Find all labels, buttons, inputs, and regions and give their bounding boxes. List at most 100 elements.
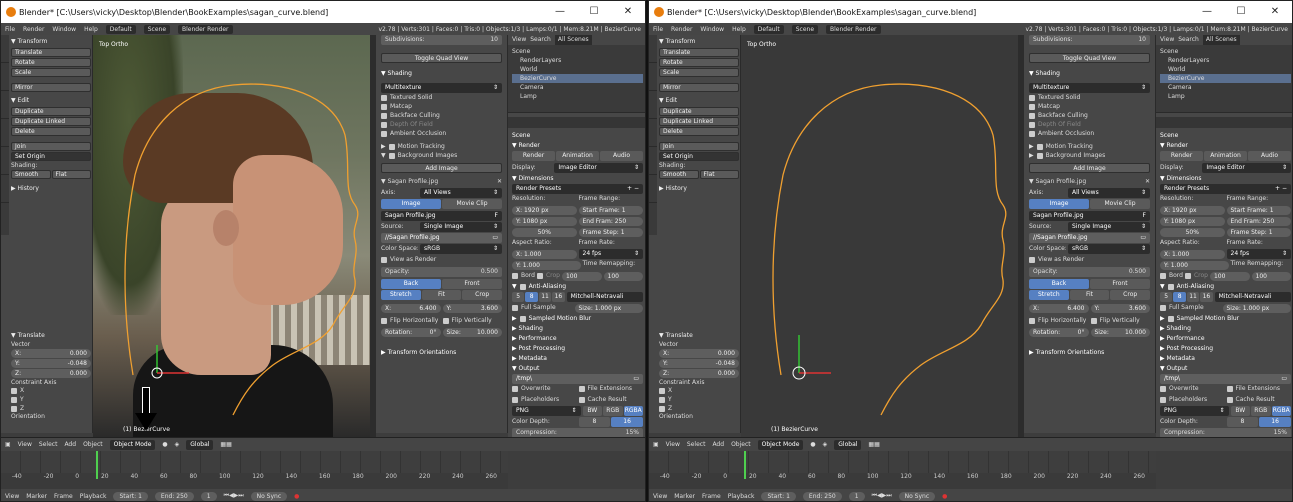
layers-icon[interactable]: ▦▦ [220,441,231,448]
overwrite-checkbox[interactable]: Overwrite [1160,385,1225,394]
back-button[interactable]: Back [381,279,441,289]
rgba-button[interactable]: RGBA [1271,406,1291,416]
outliner-item-lamp[interactable]: Lamp [512,92,643,101]
frame-rate-select[interactable]: 24 fps ⇕ [578,249,643,259]
depth-of-field-checkbox[interactable]: Depth Of Field [1029,120,1150,129]
vector-x-field[interactable]: X: 0.000 [11,349,91,358]
timeline-view-menu[interactable]: View [5,493,19,500]
timeline-view-menu[interactable]: View [653,493,667,500]
flip-horizontally-checkbox[interactable]: Flip Horizontally [381,317,441,326]
aa-filter-select[interactable]: Mitchell-Netravali [1214,292,1291,302]
frame-menu[interactable]: Frame [702,493,721,500]
remap-old-field[interactable]: 100 [1209,271,1250,281]
remap-new-field[interactable]: 100 [1251,271,1292,281]
resolution-percent-slider[interactable]: 50% [512,228,577,237]
flat-button[interactable]: Flat [51,170,91,179]
tool-tabs[interactable] [649,35,657,235]
outliner[interactable]: View Search All Scenes Scene RenderLayers … [508,35,645,113]
frame-rate-select[interactable]: 24 fps ⇕ [1226,249,1291,259]
menu-help[interactable]: Help [732,26,746,33]
vector-y-field[interactable]: Y: -0.048 [11,359,91,368]
outliner-view-menu[interactable]: View [1160,35,1174,45]
aspect-y-field[interactable]: Y: 1.000 [1160,261,1229,270]
front-button[interactable]: Front [442,279,502,289]
image-tab[interactable]: Image [1029,199,1089,209]
border-checkbox[interactable]: Bord [1160,272,1183,281]
3d-viewport-curve[interactable]: Top Ortho (1) BezierCurve [741,35,1018,437]
shading-mode-select[interactable]: Multitexture ⇕ [381,83,502,93]
start-frame-field[interactable]: Start Frame: 1 [1226,206,1291,215]
end-frame-field[interactable]: End: 250 [802,491,842,501]
vector-z-field[interactable]: Z: 0.000 [11,369,91,378]
layout-selector[interactable]: Default [753,24,784,34]
translate-button[interactable]: Translate [659,48,739,57]
output-panel-header[interactable]: ▼ Output [1160,364,1291,374]
stretch-button[interactable]: Stretch [1029,290,1069,300]
maximize-button[interactable]: ☐ [1224,1,1258,23]
motion-tracking-panel[interactable]: ▶ Motion Tracking [381,142,502,151]
full-sample-checkbox[interactable]: Full Sample [1160,304,1221,313]
end-frame-field[interactable]: End: 250 [154,491,194,501]
fit-button[interactable]: Fit [421,290,462,300]
ambient-occlusion-checkbox[interactable]: Ambient Occlusion [1029,129,1150,138]
overwrite-checkbox[interactable]: Overwrite [512,385,577,394]
history-panel-header[interactable]: ▶ History [11,184,91,194]
rotate-button[interactable]: Rotate [11,58,91,67]
history-panel-header[interactable]: ▶ History [659,184,739,194]
aa-filter-select[interactable]: Mitchell-Netravali [566,292,643,302]
offset-x-field[interactable]: X: 6.400 [1029,304,1089,313]
editor-type-icon[interactable]: ▣ [653,441,659,448]
textured-solid-checkbox[interactable]: Textured Solid [1029,93,1150,102]
outliner-search-menu[interactable]: Search [530,35,551,45]
rotation-field[interactable]: Rotation: 0° [1029,328,1089,337]
performance-panel-collapsed[interactable]: ▶ Performance [1160,334,1291,344]
axis-select[interactable]: All Views ⇕ [420,188,502,198]
constraint-x-checkbox[interactable]: X [659,386,739,395]
matcap-checkbox[interactable]: Matcap [381,102,502,111]
set-origin-menu[interactable]: Set Origin [659,152,739,161]
start-frame-field[interactable]: Start Frame: 1 [578,206,643,215]
editor-type-icon[interactable]: ▣ [5,441,11,448]
end-frame-field[interactable]: End Fram: 250 [1226,217,1291,226]
set-origin-menu[interactable]: Set Origin [11,152,91,161]
source-select[interactable]: Single Image ⇕ [1068,222,1150,232]
timeline[interactable]: -40 -20 0 20 40 60 80 100 120 140 160 180 200 220 240 2… [1,451,508,489]
crop-button[interactable]: Crop [462,290,503,300]
view-menu[interactable]: View [666,441,680,448]
outliner-item-world[interactable]: World [512,65,643,74]
properties-tabs[interactable] [508,117,645,128]
aa-size-field[interactable]: Size: 1.000 px [1222,303,1291,313]
duplicate-button[interactable]: Duplicate [659,107,739,116]
rgb-button[interactable]: RGB [1251,406,1271,416]
transform-orientation-select[interactable]: Global [834,439,862,450]
post-processing-panel-collapsed[interactable]: ▶ Post Processing [1160,344,1291,354]
view-menu[interactable]: View [18,441,32,448]
aa-16-button[interactable]: 16 [1200,292,1213,302]
flip-horizontally-checkbox[interactable]: Flip Horizontally [1029,317,1089,326]
outliner-item-renderlayers[interactable]: RenderLayers [1160,56,1291,65]
opacity-slider[interactable]: Opacity: 0.500 [381,267,502,277]
movie-clip-tab[interactable]: Movie Clip [1090,199,1150,209]
size-field[interactable]: Size: 10.000 [1090,328,1150,337]
layers-icon[interactable]: ▦▦ [868,441,879,448]
object-menu[interactable]: Object [731,441,751,448]
aspect-x-field[interactable]: X: 1.000 [1160,250,1225,259]
bw-button[interactable]: BW [582,406,602,416]
display-select[interactable]: Image Editor ⇕ [1202,163,1291,173]
outliner[interactable]: View Search All Scenes Scene RenderLayers … [1156,35,1292,113]
playback-controls-icon[interactable]: ⏮◀▶⏭ [224,492,244,500]
aa-8-button[interactable]: 8 [525,292,538,302]
aa-11-button[interactable]: 11 [538,292,552,302]
aa-16-button[interactable]: 16 [552,292,565,302]
aa-11-button[interactable]: 11 [1186,292,1200,302]
current-frame-field[interactable]: 1 [848,491,865,501]
scene-selector[interactable]: Scene [791,24,819,34]
timeline[interactable]: -40 -20 0 20 40 60 80 100 120 140 160 180 200 220 240 2… [649,451,1156,489]
close-button[interactable]: ✕ [611,1,645,23]
ambient-occlusion-checkbox[interactable]: Ambient Occlusion [381,129,502,138]
background-image-entry[interactable]: ▼ Sagan Profile.jpg ✕ [381,177,502,187]
aa-5-button[interactable]: 5 [1160,292,1173,302]
animation-button[interactable]: Animation [556,151,599,161]
engine-selector[interactable]: Blender Render [826,24,881,34]
rgb-button[interactable]: RGB [603,406,623,416]
